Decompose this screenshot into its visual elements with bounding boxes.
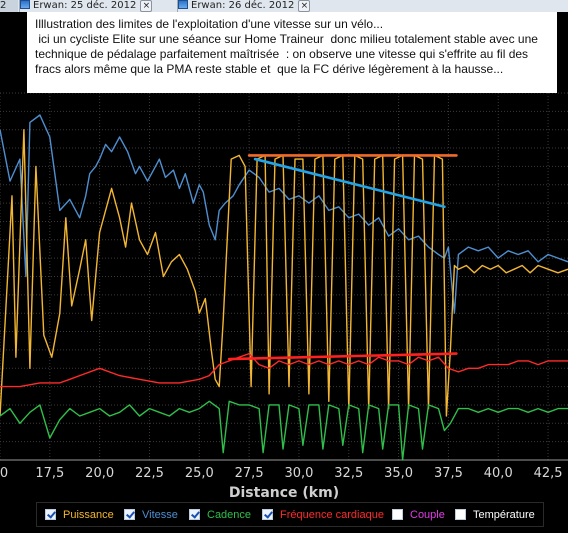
checkbox-temperature[interactable] [455, 509, 466, 520]
legend-label-vitesse: Vitesse [142, 509, 178, 521]
x-tick-label: 32,5 [334, 466, 363, 481]
x-tick-label: 42,5 [534, 466, 563, 481]
checkbox-frequence-cardiaque[interactable] [262, 509, 273, 520]
document-icon [178, 0, 188, 9]
legend-item-temperature[interactable]: Température [455, 509, 535, 522]
x-tick-label: 35,0 [384, 466, 413, 481]
x-tick-label: 40,0 [484, 466, 513, 481]
tab-partial[interactable]: 2 [0, 0, 18, 12]
checkbox-puissance[interactable] [45, 509, 56, 520]
legend-label-frequence-cardiaque: Fréquence cardiaque [280, 509, 384, 521]
tab-erwan-25[interactable]: Erwan: 25 déc. 2012 × [19, 0, 176, 12]
legend-label-couple: Couple [410, 509, 445, 521]
legend-label-temperature: Température [473, 509, 535, 521]
tab-partial-label: 2 [0, 0, 7, 11]
legend-item-vitesse[interactable]: Vitesse [124, 509, 178, 522]
series-line-cadence [0, 400, 568, 461]
legend: Puissance Vitesse Cadence Fréquence card… [36, 502, 544, 527]
x-tick-label: 0 [0, 466, 8, 481]
legend-label-puissance: Puissance [63, 509, 114, 521]
x-tick-label: 37,5 [434, 466, 463, 481]
legend-item-frequence-cardiaque[interactable]: Fréquence cardiaque [262, 509, 384, 522]
close-icon[interactable]: × [298, 0, 311, 12]
annotation-line-3: technique de pédalage parfaitement maîtr… [35, 47, 529, 61]
legend-item-couple[interactable]: Couple [392, 509, 445, 522]
tab-erwan-26[interactable]: Erwan: 26 déc. 2012 × [177, 0, 328, 12]
checkbox-couple[interactable] [392, 509, 403, 520]
x-tick-label: 17,5 [35, 466, 64, 481]
x-tick-label: 25,0 [185, 466, 214, 481]
x-tick-label: 20,0 [85, 466, 114, 481]
annotation-line-4: fracs alors même que la PMA reste stable… [35, 62, 504, 76]
annotation-line-2: ici un cycliste Elite sur une séance sur… [35, 32, 538, 46]
annotation-line-1: Illlustration des limites de l'exploitat… [35, 17, 384, 31]
close-icon[interactable]: × [140, 0, 153, 12]
tab-label: Erwan: 26 déc. 2012 [191, 0, 295, 11]
x-tick-label: 30,0 [284, 466, 313, 481]
legend-item-puissance[interactable]: Puissance [45, 509, 114, 522]
checkbox-vitesse[interactable] [124, 509, 135, 520]
x-tick-label: 22,5 [135, 466, 164, 481]
document-icon [20, 0, 30, 9]
x-tick-label: 27,5 [235, 466, 264, 481]
checkbox-cadence[interactable] [189, 509, 200, 520]
annotation-box: Illlustration des limites de l'exploitat… [27, 12, 557, 93]
legend-label-cadence: Cadence [207, 509, 252, 521]
x-axis-label: Distance (km) [229, 485, 339, 501]
legend-item-cadence[interactable]: Cadence [189, 509, 251, 522]
tab-label: Erwan: 25 déc. 2012 [33, 0, 137, 11]
